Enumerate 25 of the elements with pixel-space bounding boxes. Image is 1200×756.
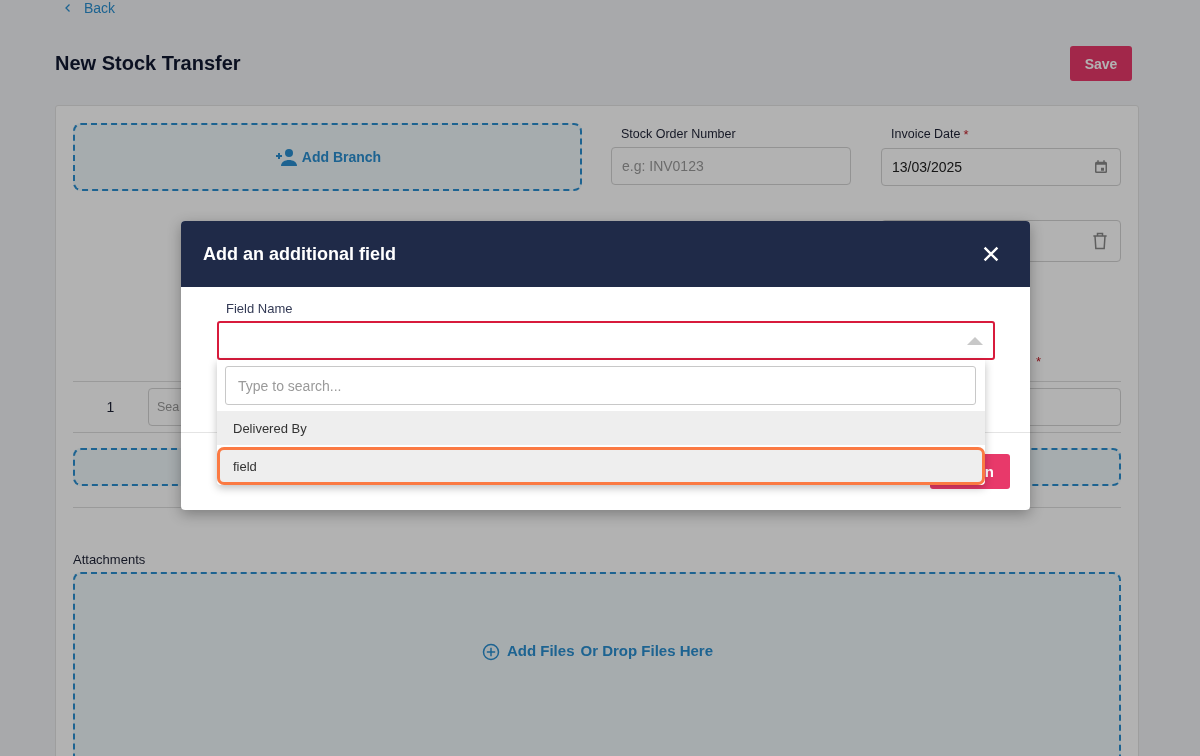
add-branch-button[interactable]: Add Branch: [73, 123, 582, 191]
attachments-label: Attachments: [73, 552, 147, 567]
dropdown-option[interactable]: Delivered By: [217, 411, 985, 445]
search-field[interactable]: Type to search...: [225, 366, 976, 405]
required-mark: *: [963, 127, 969, 142]
add-files-link[interactable]: Add Files: [506, 642, 575, 659]
caret-up-icon: [967, 336, 983, 345]
dialog-title: Add an additional field: [203, 243, 396, 265]
drop-hint: Or Drop Files Here: [580, 642, 714, 659]
back-link[interactable]: Back: [62, 0, 116, 16]
calendar-icon: [1092, 158, 1110, 176]
dropdown-option[interactable]: field: [217, 447, 985, 485]
field-label: Invoice Date: [891, 127, 961, 142]
save-button[interactable]: Save: [1070, 46, 1132, 81]
trash-icon: [1090, 231, 1110, 251]
page-title: New Stock Transfer: [55, 52, 241, 75]
field-label: Field Name: [225, 301, 294, 316]
select-field[interactable]: [217, 321, 995, 360]
date-field[interactable]: 13/03/2025: [881, 148, 1121, 186]
field-label: Stock Order Number: [621, 127, 736, 141]
file-drop-zone[interactable]: Add Files Or Drop Files Here: [73, 572, 1121, 756]
line-number: 1: [105, 399, 116, 415]
text-input[interactable]: e.g: INV0123: [611, 147, 851, 185]
required-mark: *: [1036, 354, 1042, 369]
add-circle-icon: [480, 642, 501, 662]
